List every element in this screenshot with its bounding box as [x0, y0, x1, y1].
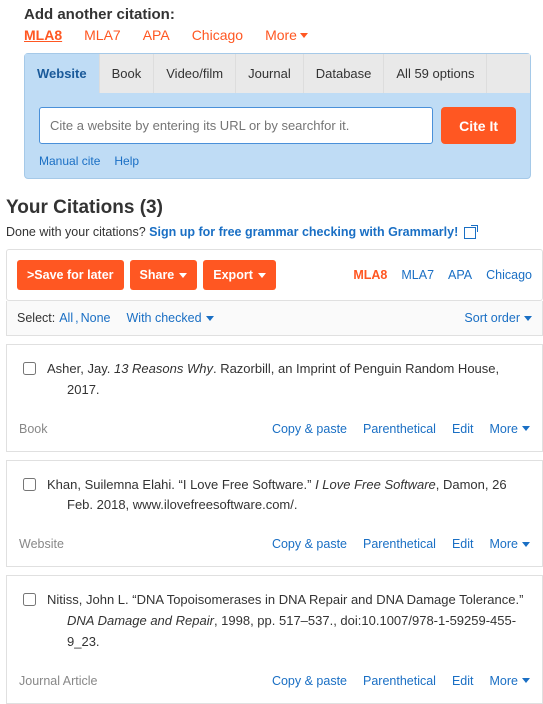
style-links: MLA8 MLA7 APA Chicago [353, 268, 532, 282]
citation-type: Website [19, 534, 64, 554]
citation-card: Asher, Jay. 13 Reasons Why. Razorbill, a… [6, 344, 543, 452]
help-link[interactable]: Help [114, 154, 139, 168]
source-tab-website[interactable]: Website [25, 54, 100, 93]
parenthetical-link[interactable]: Parenthetical [363, 534, 436, 554]
citation-type: Journal Article [19, 671, 98, 691]
citation-actions: Copy & paste Parenthetical Edit More [272, 419, 530, 439]
citation-title: I Love Free Software [315, 477, 436, 492]
manual-cite-link[interactable]: Manual cite [39, 154, 100, 168]
chevron-down-icon [524, 316, 532, 321]
cite-panel: Website Book Video/film Journal Database… [24, 53, 531, 179]
citation-text: Asher, Jay. 13 Reasons Why. Razorbill, a… [47, 359, 530, 401]
cite-search-input[interactable] [39, 107, 433, 144]
with-checked-label: With checked [127, 311, 202, 325]
style-tab-more[interactable]: More [265, 27, 308, 43]
external-link-icon [464, 227, 476, 239]
edit-link[interactable]: Edit [452, 534, 474, 554]
citation-checkbox[interactable] [23, 593, 36, 606]
citation-checkbox[interactable] [23, 478, 36, 491]
done-prefix: Done with your citations? [6, 225, 149, 239]
citation-actions: Copy & paste Parenthetical Edit More [272, 534, 530, 554]
select-label: Select: [17, 311, 55, 325]
edit-link[interactable]: Edit [452, 419, 474, 439]
export-button[interactable]: Export [203, 260, 276, 290]
share-button[interactable]: Share [130, 260, 198, 290]
copy-paste-link[interactable]: Copy & paste [272, 419, 347, 439]
done-row: Done with your citations? Sign up for fr… [6, 225, 543, 239]
add-citation-title: Add another citation: [24, 6, 531, 23]
grammarly-label: Sign up for free grammar checking with G… [149, 225, 458, 239]
copy-paste-link[interactable]: Copy & paste [272, 534, 347, 554]
more-dropdown[interactable]: More [490, 419, 530, 439]
filter-bar: Select: All, None With checked Sort orde… [6, 301, 543, 336]
chevron-down-icon [258, 273, 266, 278]
chevron-down-icon [300, 33, 308, 38]
chevron-down-icon [179, 273, 187, 278]
style-tab-chicago[interactable]: Chicago [192, 27, 243, 43]
with-checked-dropdown[interactable]: With checked [127, 311, 214, 325]
grammarly-link[interactable]: Sign up for free grammar checking with G… [149, 225, 476, 239]
cite-it-button[interactable]: Cite It [441, 107, 516, 144]
style-link-mla7[interactable]: MLA7 [401, 268, 434, 282]
chevron-down-icon [206, 316, 214, 321]
source-tab-database[interactable]: Database [304, 54, 385, 93]
sort-order-dropdown[interactable]: Sort order [464, 311, 532, 325]
share-label: Share [140, 268, 175, 282]
edit-link[interactable]: Edit [452, 671, 474, 691]
select-all-link[interactable]: All [59, 311, 73, 325]
chevron-down-icon [522, 426, 530, 431]
export-label: Export [213, 268, 253, 282]
citation-title: 13 Reasons Why [114, 361, 213, 376]
source-tab-all[interactable]: All 59 options [384, 54, 487, 93]
comma: , [75, 311, 78, 325]
citation-type: Book [19, 419, 48, 439]
your-citations-heading: Your Citations (3) [6, 197, 543, 219]
citation-pre: Nitiss, John L. “DNA Topoisomerases in D… [47, 592, 523, 607]
source-tab-video[interactable]: Video/film [154, 54, 236, 93]
citation-pre: Asher, Jay. [47, 361, 114, 376]
source-tabs: Website Book Video/film Journal Database… [25, 54, 530, 93]
chevron-down-icon [522, 678, 530, 683]
citation-pre: Khan, Suilemna Elahi. “I Love Free Softw… [47, 477, 315, 492]
more-label: More [265, 27, 297, 43]
parenthetical-link[interactable]: Parenthetical [363, 671, 436, 691]
sort-label: Sort order [464, 311, 520, 325]
source-tab-book[interactable]: Book [100, 54, 155, 93]
style-link-chicago[interactable]: Chicago [486, 268, 532, 282]
citation-actions: Copy & paste Parenthetical Edit More [272, 671, 530, 691]
parenthetical-link[interactable]: Parenthetical [363, 419, 436, 439]
style-link-mla8[interactable]: MLA8 [353, 268, 387, 282]
copy-paste-link[interactable]: Copy & paste [272, 671, 347, 691]
more-dropdown[interactable]: More [490, 534, 530, 554]
citation-title: DNA Damage and Repair [67, 613, 214, 628]
citation-text: Nitiss, John L. “DNA Topoisomerases in D… [47, 590, 530, 652]
style-tab-apa[interactable]: APA [143, 27, 170, 43]
style-tab-mla7[interactable]: MLA7 [84, 27, 121, 43]
citation-checkbox[interactable] [23, 362, 36, 375]
more-dropdown[interactable]: More [490, 671, 530, 691]
style-link-apa[interactable]: APA [448, 268, 472, 282]
select-none-link[interactable]: None [81, 311, 111, 325]
save-for-later-button[interactable]: >Save for later [17, 260, 124, 290]
source-tab-journal[interactable]: Journal [236, 54, 304, 93]
style-tab-mla8[interactable]: MLA8 [24, 27, 62, 43]
citation-card: Nitiss, John L. “DNA Topoisomerases in D… [6, 575, 543, 703]
citation-text: Khan, Suilemna Elahi. “I Love Free Softw… [47, 475, 530, 517]
citation-card: Khan, Suilemna Elahi. “I Love Free Softw… [6, 460, 543, 568]
action-bar: >Save for later Share Export MLA8 MLA7 A… [6, 249, 543, 301]
style-tabs: MLA8 MLA7 APA Chicago More [24, 27, 531, 43]
chevron-down-icon [522, 542, 530, 547]
